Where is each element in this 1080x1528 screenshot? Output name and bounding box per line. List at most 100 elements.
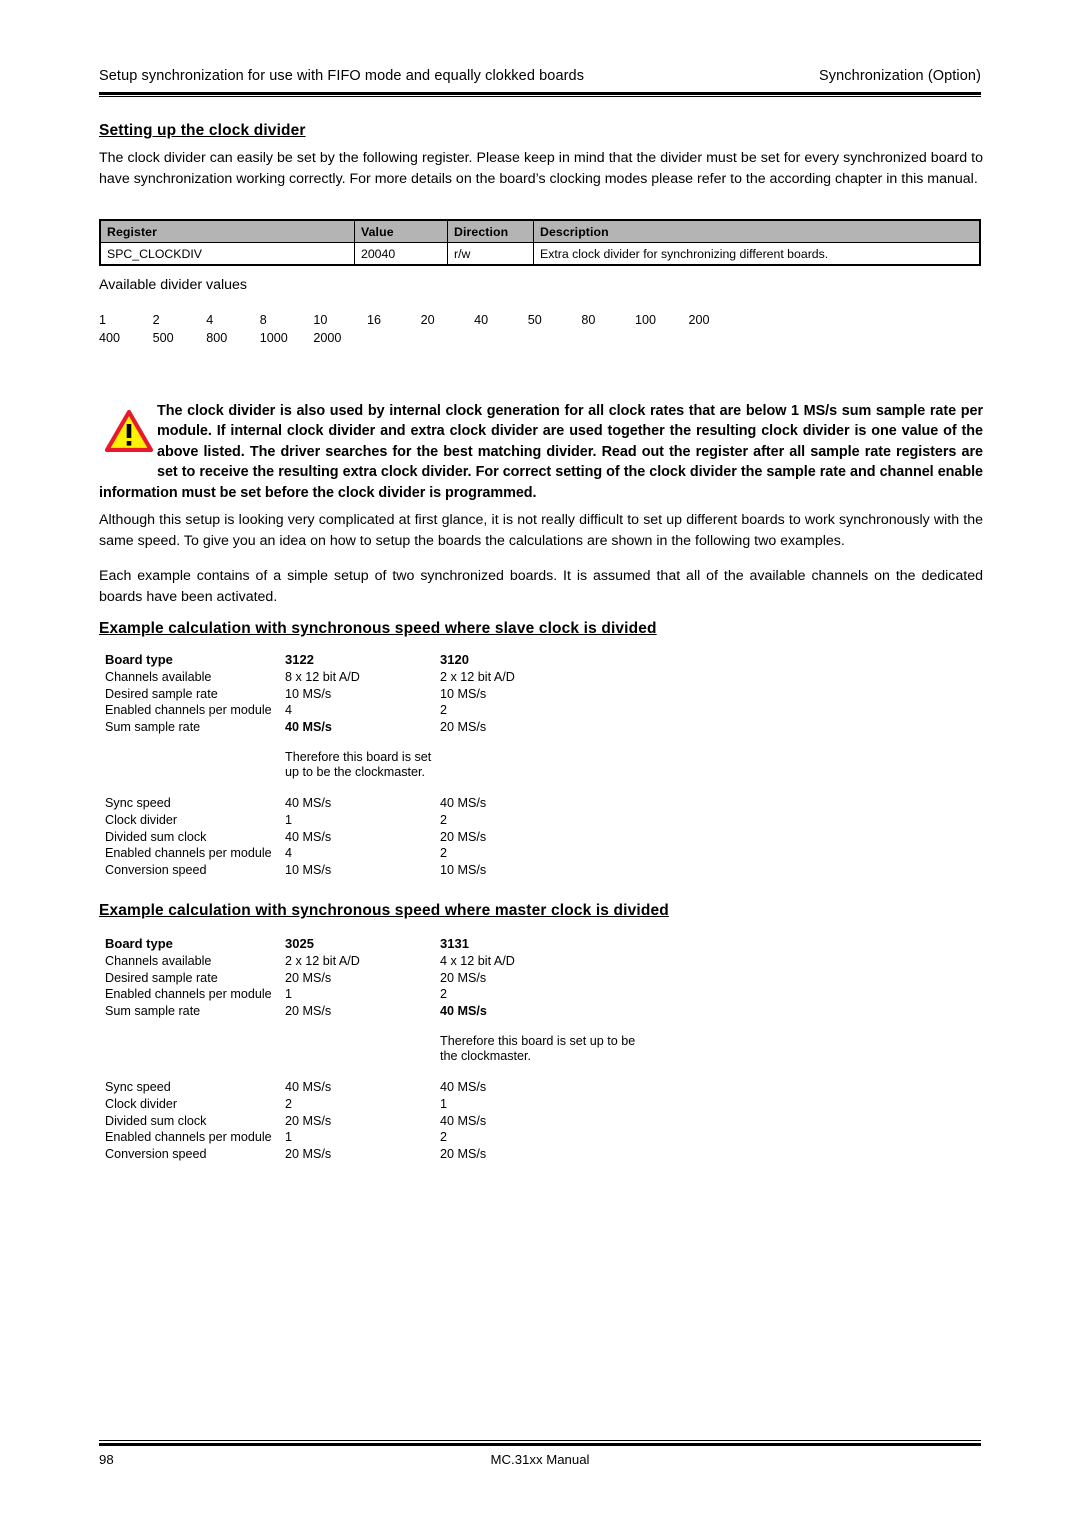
cell-value-b: 20 MS/s (440, 829, 487, 844)
cell-value-b: 1 (440, 1096, 448, 1111)
cell-label: Conversion speed (105, 863, 207, 878)
table-row: Desired sample rate 20 MS/s 20 MS/s (105, 970, 640, 987)
table-row: Conversion speed 20 MS/s 20 MS/s (105, 1146, 640, 1163)
cell-label: Channels available (105, 669, 212, 684)
cell-label: Enabled channels per module (105, 1130, 272, 1145)
table-row: Enabled channels per module 1 2 (105, 1129, 640, 1146)
register-table: Register Value Direction Description SPC… (99, 219, 981, 266)
example-table-master-clock: Board type 3025 3131 Channels available … (105, 936, 640, 1163)
cell-label: Board type (105, 652, 173, 667)
cell-label: Conversion speed (105, 1147, 207, 1162)
cell-value-b: 2 (440, 812, 448, 827)
cell-value-a: 1 (285, 812, 293, 827)
divider-value: 80 (581, 313, 596, 327)
divider-value: 1 (99, 313, 107, 327)
divider-value: 10 (313, 313, 328, 327)
cell-value-a: 40 MS/s (285, 1079, 332, 1094)
divider-value: 100 (634, 313, 656, 327)
cell-value-a: 2 (285, 1096, 293, 1111)
divider-value: 4 (206, 313, 214, 327)
table-row-spacer (105, 1020, 640, 1034)
table-row: Enabled channels per module 4 2 (105, 845, 640, 862)
paragraph-setup-overview: Although this setup is looking very comp… (99, 512, 983, 549)
cell-label: Divided sum clock (105, 829, 207, 844)
divider-value: 8 (259, 313, 267, 327)
paragraph-clock-divider-intro: The clock divider can easily be set by t… (99, 150, 983, 187)
cell-value-b: 4 x 12 bit A/D (440, 953, 515, 968)
cell-value-b: 40 MS/s (440, 1079, 487, 1094)
cell-label: Enabled channels per module (105, 846, 272, 861)
cell-label: Divided sum clock (105, 1113, 207, 1128)
table-row: Divided sum clock 40 MS/s 20 MS/s (105, 829, 640, 846)
table-row-spacer (105, 736, 640, 750)
footer-rule-thick (99, 1443, 981, 1446)
divider-value: 400 (99, 331, 121, 345)
cell-label: Sum sample rate (105, 720, 201, 735)
cell-value-b: 40 MS/s (440, 1004, 487, 1019)
column-header-description: Description (533, 219, 981, 243)
table-row-header: Board type 3122 3120 (105, 652, 640, 669)
table-row: Clock divider 1 2 (105, 812, 640, 829)
divider-values-row-1: 1 2 4 8 10 16 20 40 50 80 100 200 (99, 313, 742, 327)
table-row: Sum sample rate 20 MS/s 40 MS/s (105, 1003, 640, 1020)
cell-value-a: 8 x 12 bit A/D (285, 669, 360, 684)
heading-example-slave-clock-divided: Example calculation with synchronous spe… (99, 620, 657, 637)
header-rule-thin (99, 96, 981, 98)
cell-label: Channels available (105, 953, 212, 968)
column-header-direction: Direction (447, 219, 534, 243)
document-page: Setup synchronization for use with FIFO … (0, 0, 1080, 1528)
table-row-note: Therefore this board is set up to be the… (105, 750, 640, 781)
cell-board-b: 3120 (440, 652, 469, 667)
warning-text: The clock divider is also used by intern… (99, 403, 983, 501)
cell-value-b: 2 (440, 987, 448, 1002)
cell-value-a: 40 MS/s (285, 720, 332, 735)
available-divider-values-label: Available divider values (99, 277, 248, 293)
cell-value-b: 40 MS/s (440, 795, 487, 810)
paragraph-example-intro: Each example contains of a simple setup … (99, 568, 983, 605)
table-row: Enabled channels per module 4 2 (105, 702, 640, 719)
divider-value: 2000 (313, 331, 342, 345)
clockmaster-note: Therefore this board is set up to be the… (440, 1033, 636, 1064)
table-row: SPC_CLOCKDIV 20040 r/w Extra clock divid… (99, 242, 981, 266)
cell-value-b: 20 MS/s (440, 720, 487, 735)
cell-label: Sum sample rate (105, 1004, 201, 1019)
cell-label: Clock divider (105, 1096, 178, 1111)
cell-value-b: 20 MS/s (440, 1147, 487, 1162)
cell-value-a: 20 MS/s (285, 1113, 332, 1128)
cell-value-b: 2 x 12 bit A/D (440, 669, 515, 684)
cell-board-a: 3025 (285, 936, 314, 951)
column-header-register: Register (99, 219, 355, 243)
heading-example-master-clock-divided: Example calculation with synchronous spe… (99, 902, 669, 919)
cell-value-b: 2 (440, 703, 448, 718)
cell-value-a: 40 MS/s (285, 829, 332, 844)
running-header: Setup synchronization for use with FIFO … (99, 68, 981, 84)
table-row: Divided sum clock 20 MS/s 40 MS/s (105, 1113, 640, 1130)
cell-value-a: 1 (285, 987, 293, 1002)
manual-title: MC.31xx Manual (490, 1452, 590, 1467)
table-row: Sync speed 40 MS/s 40 MS/s (105, 795, 640, 812)
table-row-spacer (105, 1065, 640, 1079)
table-row-header: Board type 3025 3131 (105, 936, 640, 953)
cell-label: Enabled channels per module (105, 987, 272, 1002)
cell-label: Clock divider (105, 812, 178, 827)
warning-callout: The clock divider is also used by intern… (99, 401, 983, 503)
cell-value-a: 20 MS/s (285, 1004, 332, 1019)
cell-label: Sync speed (105, 1079, 171, 1094)
divider-value: 200 (688, 313, 710, 327)
header-left-text: Setup synchronization for use with FIFO … (99, 68, 585, 84)
cell-board-b: 3131 (440, 936, 469, 951)
table-row-spacer (105, 781, 640, 795)
divider-value: 1000 (259, 331, 288, 345)
cell-value-a: 1 (285, 1130, 293, 1145)
cell-value-b: 40 MS/s (440, 1113, 487, 1128)
cell-register-name: SPC_CLOCKDIV (99, 242, 355, 266)
table-row: Clock divider 2 1 (105, 1096, 640, 1113)
divider-value: 50 (527, 313, 542, 327)
cell-value-a: 10 MS/s (285, 686, 332, 701)
cell-label: Enabled channels per module (105, 703, 272, 718)
cell-direction: r/w (447, 242, 534, 266)
clockmaster-note: Therefore this board is set up to be the… (285, 749, 432, 780)
cell-label: Desired sample rate (105, 686, 218, 701)
table-row: Desired sample rate 10 MS/s 10 MS/s (105, 686, 640, 703)
cell-value-a: 4 (285, 703, 293, 718)
